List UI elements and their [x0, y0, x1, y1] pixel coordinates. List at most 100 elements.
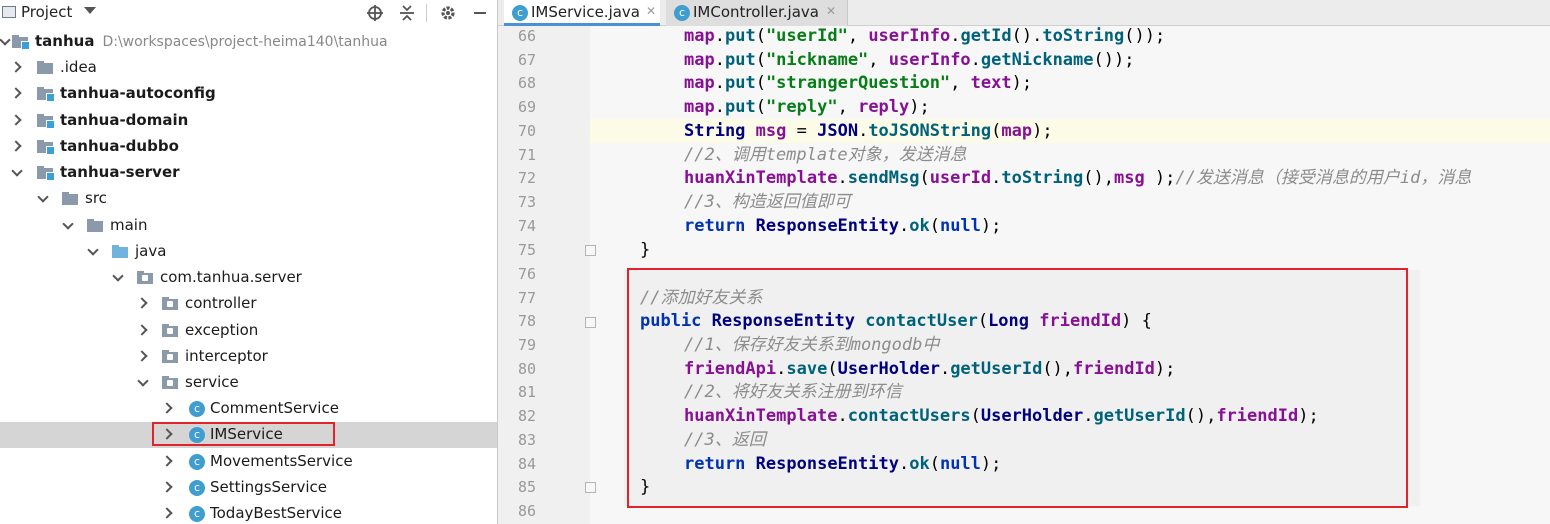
fold-marker-icon[interactable] [584, 315, 596, 328]
editor-tab-bar: c IMService.java ✕ c IMController.java ✕ [498, 0, 1550, 26]
fold-marker-icon[interactable] [584, 243, 596, 256]
expand-arrow-icon[interactable] [136, 325, 146, 335]
tree-item-label: service [185, 373, 239, 391]
fold-marker-icon[interactable] [584, 480, 596, 493]
tree-item[interactable]: c CommentService [0, 396, 497, 422]
tree-item[interactable]: tanhua-dubbo [0, 134, 497, 160]
tree-item[interactable]: main [0, 213, 497, 239]
package-icon [162, 376, 178, 389]
class-icon: c [674, 5, 690, 21]
tree-item[interactable]: .idea [0, 55, 497, 81]
tree-item[interactable]: java [0, 239, 497, 265]
expand-arrow-icon[interactable] [10, 88, 20, 98]
line-number: 80 [517, 360, 536, 378]
tree-item[interactable]: tanhua-domain [0, 108, 497, 134]
collapse-arrow-icon[interactable] [38, 193, 48, 203]
tree-item-label: java [135, 242, 167, 260]
line-number: 66 [517, 27, 536, 45]
header-separator [426, 4, 427, 22]
expand-arrow-icon[interactable] [10, 62, 20, 72]
package-icon [162, 324, 178, 337]
module-folder-icon [37, 140, 55, 155]
expand-arrow-icon[interactable] [0, 36, 10, 46]
collapse-arrow-icon[interactable] [88, 246, 98, 256]
code-line[interactable]: map.put("strangerQuestion", text); [684, 71, 1032, 95]
tree-item[interactable]: c MovementsService [0, 449, 497, 475]
expand-arrow-icon[interactable] [136, 298, 146, 308]
tree-root[interactable]: tanhua D:\workspaces\project-heima140\tan… [0, 29, 497, 55]
close-icon[interactable]: ✕ [826, 4, 836, 18]
module-folder-icon [37, 114, 55, 129]
tree-item-label: exception [185, 321, 259, 339]
collapse-arrow-icon[interactable] [12, 167, 22, 177]
folder-icon [37, 61, 53, 74]
expand-arrow-icon[interactable] [161, 508, 171, 518]
gear-icon[interactable] [438, 3, 458, 23]
code-line[interactable]: String msg = JSON.toJSONString(map); [684, 119, 1053, 143]
package-icon [137, 271, 153, 284]
tree-item[interactable]: com.tanhua.server [0, 265, 497, 291]
code-line[interactable]: huanXinTemplate.sendMsg(userId.toString(… [684, 166, 1471, 190]
expand-arrow-icon[interactable] [161, 456, 171, 466]
tree-item-label: tanhua-dubbo [60, 137, 179, 155]
line-number: 86 [517, 502, 536, 520]
tree-item[interactable]: tanhua-autoconfig [0, 81, 497, 107]
tree-item-label: main [110, 216, 148, 234]
line-number: 72 [517, 169, 536, 187]
tree-item[interactable]: src [0, 186, 497, 212]
project-tool-window: Project tanhua D:\workspaces\project-heim… [0, 0, 497, 524]
code-line[interactable]: map.put("userId", userInfo.getId().toStr… [684, 24, 1165, 48]
project-header: Project [0, 0, 497, 26]
selection-highlight-box [152, 422, 335, 446]
code-line[interactable]: return ResponseEntity.ok(null); [684, 214, 1001, 238]
line-number: 82 [517, 407, 536, 425]
collapse-arrow-icon[interactable] [63, 220, 73, 230]
code-line[interactable]: map.put("reply", reply); [684, 95, 930, 119]
tree-item-label: .idea [60, 58, 97, 76]
line-number: 84 [517, 455, 536, 473]
annotation-highlight-box [627, 268, 1408, 508]
line-number: 85 [517, 478, 536, 496]
close-icon[interactable]: ✕ [646, 4, 656, 18]
tab-label: IMController.java [693, 3, 819, 21]
root-name: tanhua [35, 32, 95, 50]
tree-item-label: TodayBestService [210, 504, 343, 522]
code-line[interactable]: //2、调用template对象，发送消息 [684, 143, 967, 167]
tree-item[interactable]: exception [0, 318, 497, 344]
crosshair-icon[interactable] [365, 3, 385, 23]
line-number: 78 [517, 312, 536, 330]
code-line[interactable]: //3、构造返回值即可 [684, 190, 851, 214]
minimize-icon[interactable] [470, 3, 490, 23]
line-number: 76 [517, 265, 536, 283]
tree-item-label: src [85, 189, 107, 207]
tree-item[interactable]: c TodayBestService [0, 501, 497, 524]
tree-item-label: MovementsService [210, 452, 353, 470]
project-title[interactable]: Project [21, 3, 72, 21]
code-line[interactable]: } [640, 238, 650, 262]
tree-item[interactable]: controller [0, 291, 497, 317]
line-number: 67 [517, 51, 536, 69]
expand-arrow-icon[interactable] [161, 403, 171, 413]
tree-item-label: controller [185, 294, 257, 312]
tree-item[interactable]: tanhua-server [0, 160, 497, 186]
tree-item[interactable]: interceptor [0, 344, 497, 370]
module-folder-icon [37, 87, 55, 102]
tab-imcontroller[interactable]: c IMController.java ✕ [666, 0, 848, 26]
code-line[interactable]: map.put("nickname", userInfo.getNickname… [684, 48, 1134, 72]
line-number: 81 [517, 383, 536, 401]
expand-arrow-icon[interactable] [10, 141, 20, 151]
chevron-down-icon[interactable] [84, 7, 96, 14]
module-folder-icon [37, 166, 55, 181]
tree-item[interactable]: c SettingsService [0, 475, 497, 501]
package-icon [162, 350, 178, 363]
line-number: 74 [517, 217, 536, 235]
collapse-arrow-icon[interactable] [138, 377, 148, 387]
collapse-icon[interactable] [397, 3, 417, 23]
tab-imservice[interactable]: c IMService.java ✕ [504, 0, 660, 26]
expand-arrow-icon[interactable] [136, 351, 146, 361]
expand-arrow-icon[interactable] [10, 115, 20, 125]
tree-item[interactable]: service [0, 370, 497, 396]
expand-arrow-icon[interactable] [161, 482, 171, 492]
folder-icon [87, 219, 103, 232]
collapse-arrow-icon[interactable] [113, 272, 123, 282]
